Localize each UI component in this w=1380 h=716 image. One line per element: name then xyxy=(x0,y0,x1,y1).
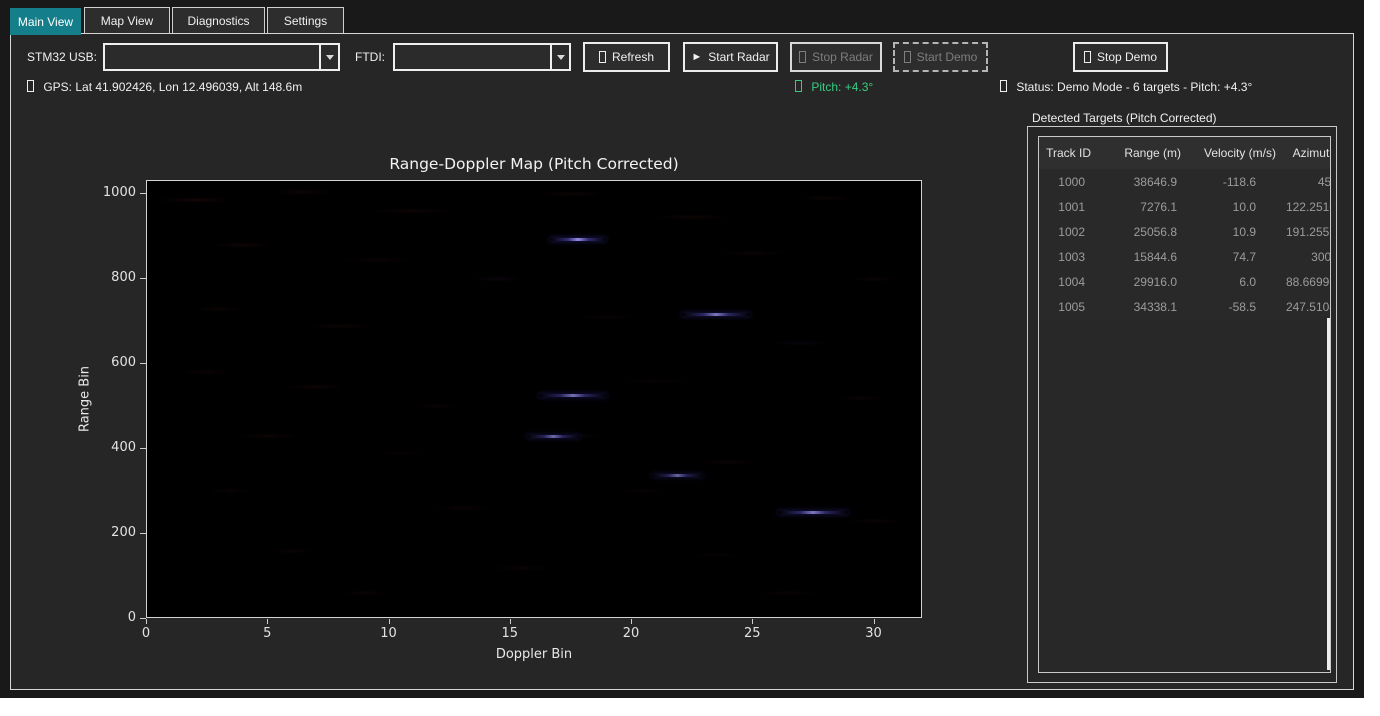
x-tick-mark xyxy=(752,619,753,624)
stm32-usb-combobox-arrow[interactable] xyxy=(319,45,338,69)
table-cell: 1001 xyxy=(1039,200,1097,214)
table-cell: 7276.1 xyxy=(1097,200,1187,214)
table-cell: 29916.0 xyxy=(1097,275,1187,289)
table-row[interactable]: 100429916.06.088.66998 xyxy=(1039,269,1330,294)
stm32-usb-combobox[interactable] xyxy=(103,43,340,71)
x-tick-label: 5 xyxy=(247,626,287,641)
y-axis-label: Range Bin xyxy=(78,366,93,432)
table-cell: 25056.8 xyxy=(1097,225,1187,239)
status-text: Status: Demo Mode - 6 targets - Pitch: +… xyxy=(1000,80,1252,94)
x-tick-label: 10 xyxy=(369,626,409,641)
y-tick-label: 400 xyxy=(92,440,136,455)
y-tick-mark xyxy=(140,448,146,449)
tab-main-view[interactable]: Main View xyxy=(10,8,81,35)
start-radar-button[interactable]: ► Start Radar xyxy=(683,42,778,72)
pitch-status-text: Pitch: +4.3° xyxy=(795,80,873,94)
tab-diagnostics[interactable]: Diagnostics xyxy=(172,7,265,33)
y-tick-mark xyxy=(140,363,146,364)
x-tick-label: 0 xyxy=(126,626,166,641)
stop-radar-button: Stop Radar xyxy=(790,42,882,72)
stm32-usb-label: STM32 USB: xyxy=(27,50,97,64)
table-cell: 1000 xyxy=(1039,175,1097,189)
column-header-range: Range (m) xyxy=(1097,146,1187,160)
table-cell: -118.6 xyxy=(1187,175,1282,189)
x-axis-label: Doppler Bin xyxy=(146,647,922,662)
table-cell: 45° xyxy=(1282,175,1331,189)
pitch-icon xyxy=(795,80,802,92)
y-tick-mark xyxy=(140,618,146,619)
table-cell: 122.2510 xyxy=(1282,200,1331,214)
table-cell: 1002 xyxy=(1039,225,1097,239)
table-cell: 10.0 xyxy=(1187,200,1282,214)
x-tick-label: 20 xyxy=(611,626,651,641)
stop-icon xyxy=(1084,51,1091,63)
table-cell: 1005 xyxy=(1039,300,1097,314)
ftdi-combobox-arrow[interactable] xyxy=(550,45,569,69)
column-header-track-id: Track ID xyxy=(1039,146,1097,160)
refresh-icon xyxy=(599,51,606,63)
table-cell: 191.2552 xyxy=(1282,225,1331,239)
play-icon: ► xyxy=(691,51,702,63)
range-doppler-plot xyxy=(146,180,922,618)
targets-panel-title: Detected Targets (Pitch Corrected) xyxy=(1032,111,1217,125)
table-row[interactable]: 100038646.9-118.645° xyxy=(1039,169,1330,194)
table-cell: 15844.6 xyxy=(1097,250,1187,264)
x-tick-mark xyxy=(389,619,390,624)
chevron-down-icon xyxy=(557,55,565,60)
x-tick-label: 25 xyxy=(732,626,772,641)
tab-settings[interactable]: Settings xyxy=(267,7,344,33)
y-tick-label: 200 xyxy=(92,525,136,540)
x-tick-mark xyxy=(267,619,268,624)
ftdi-label: FTDI: xyxy=(355,50,385,64)
stop-icon xyxy=(799,51,806,63)
table-cell: 10.9 xyxy=(1187,225,1282,239)
targets-table: Track ID Range (m) Velocity (m/s) Azimut… xyxy=(1038,136,1331,673)
table-cell: -58.5 xyxy=(1187,300,1282,314)
refresh-button[interactable]: Refresh xyxy=(583,42,670,72)
table-cell: 300° xyxy=(1282,250,1331,264)
gps-status-text: GPS: Lat 41.902426, Lon 12.496039, Alt 1… xyxy=(27,80,302,94)
y-tick-label: 800 xyxy=(92,270,136,285)
x-tick-mark xyxy=(510,619,511,624)
demo-icon xyxy=(904,51,911,63)
table-row[interactable]: 10017276.110.0122.2510 xyxy=(1039,194,1330,219)
tab-map-view[interactable]: Map View xyxy=(84,7,170,33)
x-tick-mark xyxy=(874,619,875,624)
table-cell: 74.7 xyxy=(1187,250,1282,264)
start-demo-button: Start Demo xyxy=(893,42,988,72)
y-tick-mark xyxy=(140,533,146,534)
x-tick-label: 15 xyxy=(490,626,530,641)
y-tick-label: 600 xyxy=(92,355,136,370)
column-header-azimuth: Azimuth xyxy=(1282,146,1331,160)
table-cell: 1004 xyxy=(1039,275,1097,289)
y-tick-mark xyxy=(140,193,146,194)
table-cell: 1003 xyxy=(1039,250,1097,264)
column-header-velocity: Velocity (m/s) xyxy=(1187,146,1282,160)
table-cell: 6.0 xyxy=(1187,275,1282,289)
y-tick-label: 1000 xyxy=(92,185,136,200)
app-window: Main View Map View Diagnostics Settings … xyxy=(0,0,1364,698)
chevron-down-icon xyxy=(326,55,334,60)
satellite-icon xyxy=(27,80,34,92)
targets-table-header: Track ID Range (m) Velocity (m/s) Azimut… xyxy=(1039,137,1330,169)
stop-demo-button[interactable]: Stop Demo xyxy=(1073,42,1168,72)
y-tick-mark xyxy=(140,278,146,279)
x-tick-mark xyxy=(631,619,632,624)
table-row[interactable]: 100315844.674.7300° xyxy=(1039,244,1330,269)
table-row[interactable]: 100534338.1-58.5247.5104 xyxy=(1039,294,1330,319)
table-cell: 34338.1 xyxy=(1097,300,1187,314)
ftdi-combobox[interactable] xyxy=(393,43,571,71)
table-cell: 88.66998 xyxy=(1282,275,1331,289)
table-row[interactable]: 100225056.810.9191.2552 xyxy=(1039,219,1330,244)
table-scrollbar[interactable] xyxy=(1327,318,1330,670)
chart-title: Range-Doppler Map (Pitch Corrected) xyxy=(146,155,922,173)
x-tick-mark xyxy=(146,619,147,624)
y-tick-label: 0 xyxy=(92,610,136,625)
table-cell: 247.5104 xyxy=(1282,300,1331,314)
status-icon xyxy=(1000,80,1007,92)
x-tick-label: 30 xyxy=(854,626,894,641)
targets-table-body: 100038646.9-118.645°10017276.110.0122.25… xyxy=(1039,169,1330,319)
table-cell: 38646.9 xyxy=(1097,175,1187,189)
